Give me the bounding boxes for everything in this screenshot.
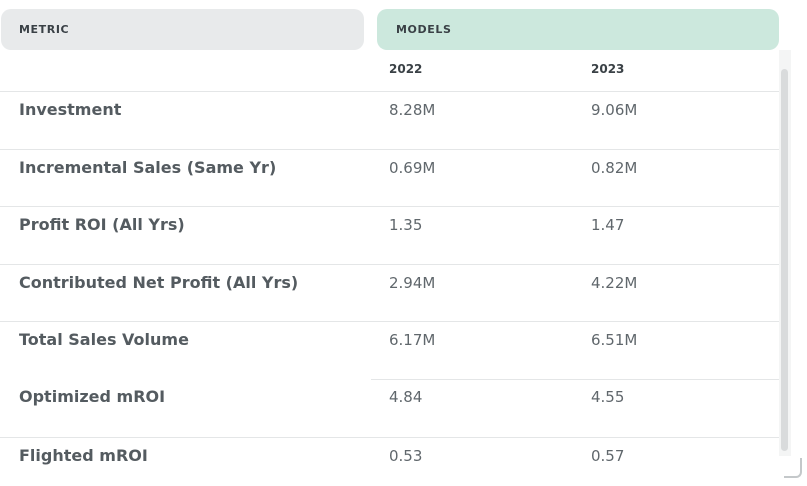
value-2023: 1.47 <box>591 216 625 235</box>
metric-column-header[interactable]: METRIC <box>1 9 364 50</box>
metric-name: Total Sales Volume <box>19 330 189 350</box>
metric-name: Contributed Net Profit (All Yrs) <box>19 272 299 292</box>
table-row: Investment 8.28M 9.06M <box>0 91 779 149</box>
year-2022-header[interactable]: 2022 <box>389 62 422 76</box>
table-row: Contributed Net Profit (All Yrs) 2.94M 4… <box>0 263 779 322</box>
value-2022: 6.17M <box>389 331 436 350</box>
metric-header-label: METRIC <box>19 23 70 36</box>
models-header-label: MODELS <box>396 23 452 36</box>
value-2022: 0.53 <box>389 446 423 465</box>
table-row: Total Sales Volume 6.17M 6.51M <box>0 321 779 379</box>
value-2023: 9.06M <box>591 101 638 119</box>
metric-name: Investment <box>19 100 122 119</box>
value-2022: 4.84 <box>389 387 423 406</box>
metric-name: Optimized mROI <box>19 386 166 406</box>
value-2022: 1.35 <box>389 216 423 235</box>
value-2023: 6.51M <box>591 331 638 350</box>
metric-name: Flighted mROI <box>19 445 148 465</box>
metric-name: Profit ROI (All Yrs) <box>19 215 185 235</box>
value-2022: 8.28M <box>389 101 436 119</box>
vertical-scrollbar-thumb[interactable] <box>781 69 788 451</box>
value-2022: 2.94M <box>389 273 436 292</box>
value-2023: 4.55 <box>591 387 625 406</box>
table-row: Flighted mROI 0.53 0.57 <box>0 436 779 486</box>
models-column-header[interactable]: MODELS <box>377 9 779 50</box>
table-body: Investment 8.28M 9.06M Incremental Sales… <box>0 91 779 486</box>
table-row: Optimized mROI 4.84 4.55 <box>0 378 779 437</box>
value-2023: 4.22M <box>591 273 638 292</box>
year-2023-header[interactable]: 2023 <box>591 62 624 76</box>
value-2022: 0.69M <box>389 158 436 177</box>
table-row: Incremental Sales (Same Yr) 0.69M 0.82M <box>0 148 779 207</box>
value-2023: 0.57 <box>591 446 625 465</box>
metric-name: Incremental Sales (Same Yr) <box>19 157 277 177</box>
year-header-row: 2022 2023 <box>0 62 779 80</box>
metrics-table: METRIC MODELS 2022 2023 Investment 8.28M… <box>0 0 807 486</box>
table-row: Profit ROI (All Yrs) 1.35 1.47 <box>0 206 779 264</box>
resize-handle-icon[interactable] <box>784 458 802 478</box>
value-2023: 0.82M <box>591 158 638 177</box>
